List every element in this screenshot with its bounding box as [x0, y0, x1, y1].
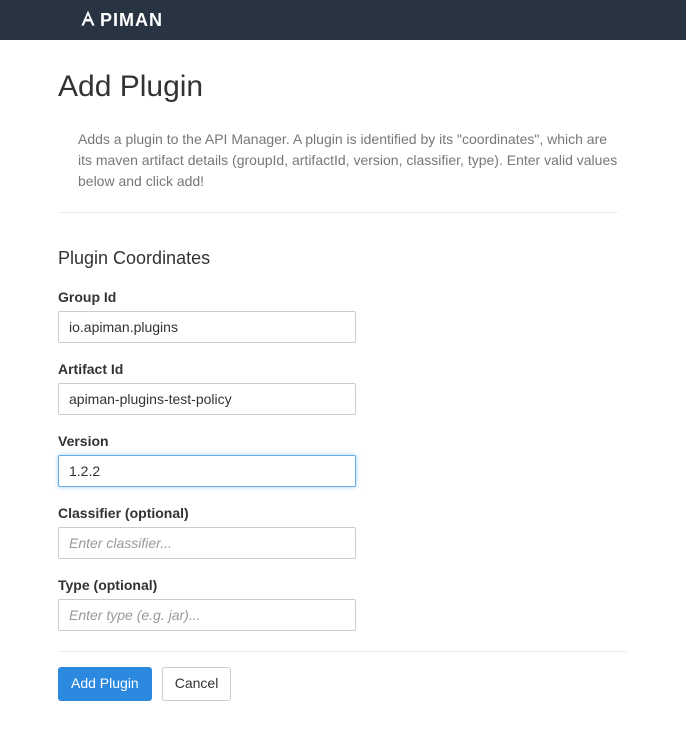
classifier-label: Classifier (optional) [58, 505, 628, 521]
page-description: Adds a plugin to the API Manager. A plug… [58, 129, 618, 213]
navbar: PIMAN [0, 0, 686, 40]
type-label: Type (optional) [58, 577, 628, 593]
type-input[interactable] [58, 599, 356, 631]
classifier-field: Classifier (optional) [58, 505, 628, 559]
artifact-id-label: Artifact Id [58, 361, 628, 377]
divider [58, 651, 628, 652]
logo[interactable]: PIMAN [78, 9, 163, 32]
section-title: Plugin Coordinates [58, 248, 628, 269]
version-label: Version [58, 433, 628, 449]
add-plugin-button[interactable]: Add Plugin [58, 667, 152, 701]
type-field: Type (optional) [58, 577, 628, 631]
logo-icon [78, 9, 98, 32]
classifier-input[interactable] [58, 527, 356, 559]
version-input[interactable] [58, 455, 356, 487]
version-field: Version [58, 433, 628, 487]
page-title: Add Plugin [58, 70, 628, 104]
main-content: Add Plugin Adds a plugin to the API Mana… [58, 40, 628, 731]
button-row: Add Plugin Cancel [58, 667, 628, 701]
artifact-id-field: Artifact Id [58, 361, 628, 415]
logo-text: PIMAN [100, 10, 163, 31]
cancel-button[interactable]: Cancel [162, 667, 232, 701]
artifact-id-input[interactable] [58, 383, 356, 415]
group-id-input[interactable] [58, 311, 356, 343]
group-id-label: Group Id [58, 289, 628, 305]
group-id-field: Group Id [58, 289, 628, 343]
